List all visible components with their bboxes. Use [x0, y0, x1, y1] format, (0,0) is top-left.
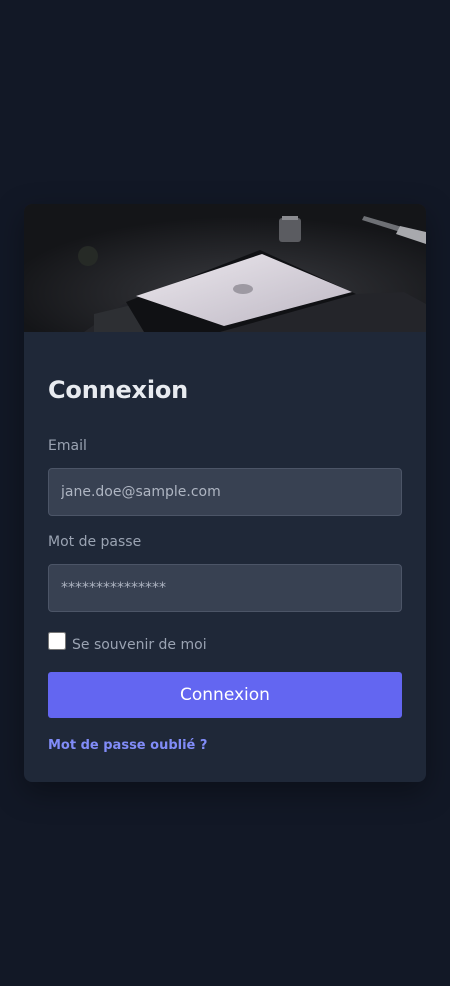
laptop-photo-illustration	[24, 204, 426, 332]
login-card: Connexion Email Mot de passe Se souvenir…	[24, 204, 426, 782]
password-field[interactable]	[48, 564, 402, 612]
remember-me-checkbox[interactable]	[48, 632, 66, 650]
remember-me-label: Se souvenir de moi	[72, 637, 207, 653]
hero-image	[24, 204, 426, 332]
email-field[interactable]	[48, 468, 402, 516]
password-label: Mot de passe	[48, 534, 142, 550]
forgot-password-link[interactable]: Mot de passe oublié ?	[48, 738, 207, 753]
email-label: Email	[48, 438, 87, 454]
login-button[interactable]: Connexion	[48, 672, 402, 718]
login-title: Connexion	[48, 376, 189, 404]
